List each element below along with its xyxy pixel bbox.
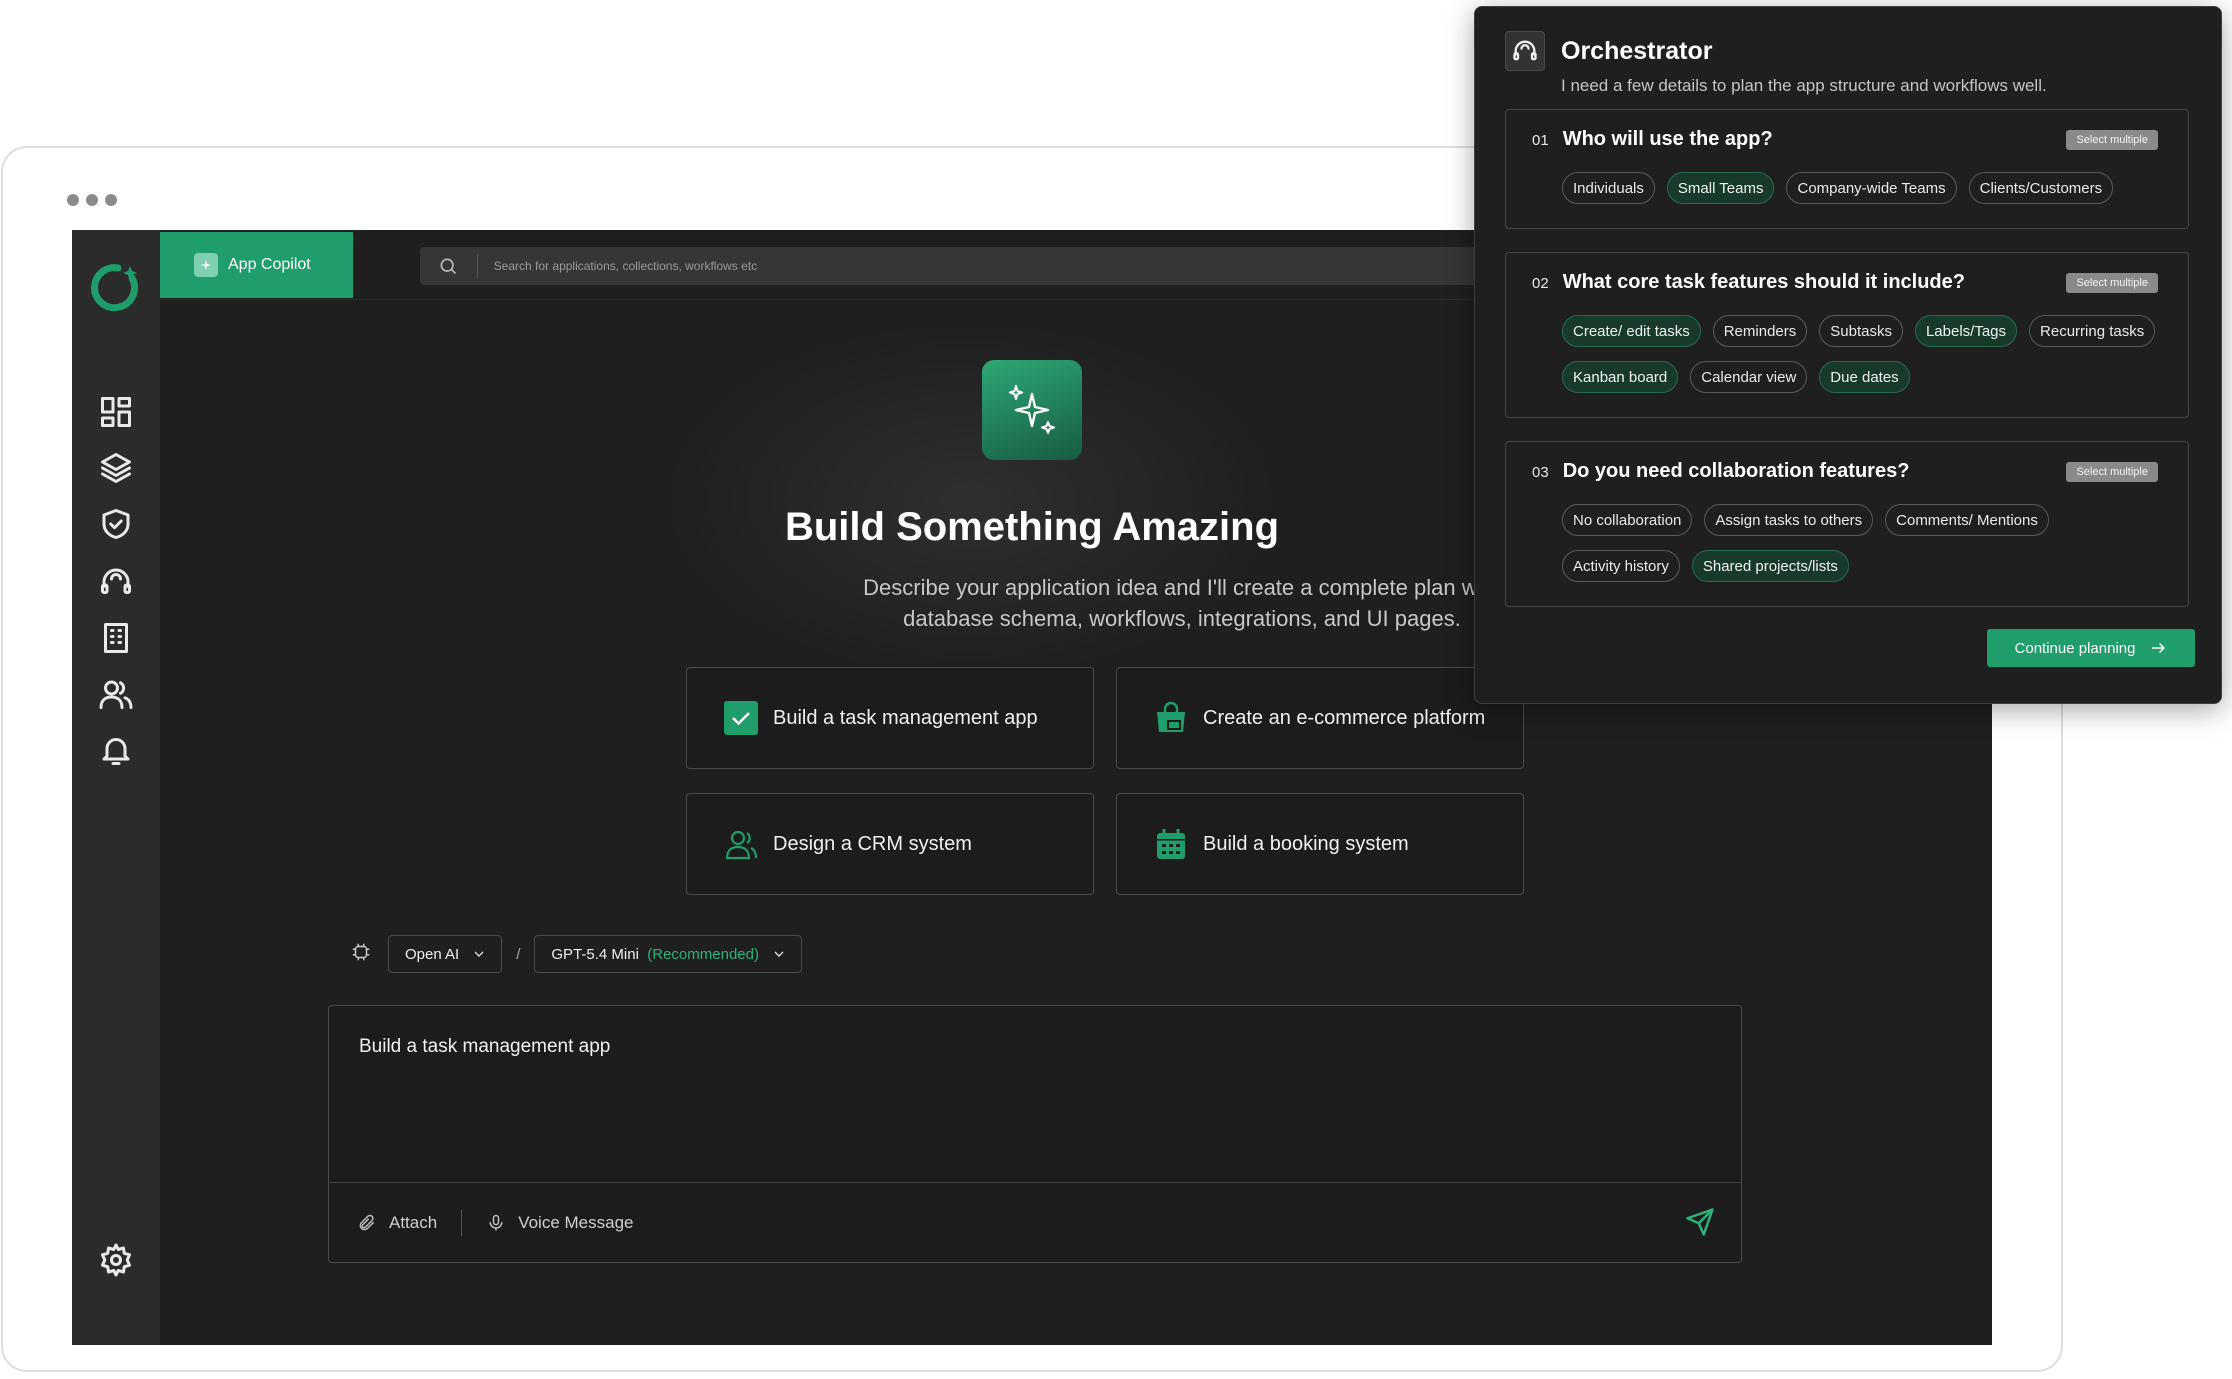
calendar-icon <box>1157 829 1185 859</box>
support-headset-icon <box>1505 31 1545 71</box>
option-chip[interactable]: Due dates <box>1819 361 1910 393</box>
question-card: 01 Who will use the app? Select multiple… <box>1505 109 2189 229</box>
question-title: Do you need collaboration features? <box>1562 460 1910 482</box>
option-chip[interactable]: Labels/Tags <box>1914 315 2018 347</box>
recommended-tag: (Recommended) <box>647 945 759 963</box>
tab-label: App Copilot <box>228 256 311 273</box>
option-chip[interactable]: Small Teams <box>1666 172 1775 204</box>
provider-dropdown[interactable]: Open AI <box>388 935 503 973</box>
users-icon <box>725 830 758 860</box>
checkbox-icon <box>724 701 758 735</box>
support-headset-icon[interactable] <box>94 560 138 604</box>
prompt-composer[interactable]: Build a task management app Attach Voice… <box>328 1005 1742 1263</box>
suggestion-label: Create an e-commerce platform <box>1203 706 1486 729</box>
sidebar <box>72 230 160 1345</box>
chip-icon <box>350 941 372 968</box>
paperclip-icon <box>359 1214 375 1230</box>
layers-icon[interactable] <box>94 446 138 490</box>
question-number: 02 <box>1532 275 1549 292</box>
building-icon[interactable] <box>94 616 138 660</box>
logo-icon[interactable] <box>88 260 144 316</box>
question-title: Who will use the app? <box>1562 128 1773 150</box>
prompt-text[interactable]: Build a task management app <box>359 1036 610 1058</box>
search-icon <box>420 254 478 278</box>
voice-message-button[interactable]: Voice Message <box>486 1213 634 1233</box>
option-chip[interactable]: Assign tasks to others <box>1704 504 1874 536</box>
bell-icon[interactable] <box>94 728 138 772</box>
option-chip[interactable]: Reminders <box>1712 315 1808 347</box>
shop-icon <box>1157 701 1185 732</box>
orchestrator-title: Orchestrator <box>1561 37 1713 65</box>
option-chip[interactable]: Subtasks <box>1819 315 1903 347</box>
chevron-down-icon <box>774 951 784 957</box>
question-card: 03 Do you need collaboration features? S… <box>1505 441 2189 607</box>
option-chip[interactable]: Comments/ Mentions <box>1885 504 2049 536</box>
option-chip[interactable]: Clients/Customers <box>1968 172 2114 204</box>
suggestion-label: Build a booking system <box>1203 832 1409 855</box>
option-chip[interactable]: Company-wide Teams <box>1786 172 1957 204</box>
arrow-right-icon <box>2152 642 2166 654</box>
tab-app-copilot[interactable]: App Copilot <box>160 232 353 298</box>
suggestion-booking[interactable]: Build a booking system <box>1116 793 1524 895</box>
sparkle-icon <box>194 253 218 277</box>
suggestion-label: Design a CRM system <box>773 832 972 855</box>
model-selector-row: Open AI / GPT-5.4 Mini (Recommended) <box>350 935 802 973</box>
select-multiple-badge: Select multiple <box>2066 273 2158 293</box>
option-list: Individuals Small Teams Company-wide Teams… <box>1562 172 2162 204</box>
continue-planning-button[interactable]: Continue planning <box>1987 629 2195 667</box>
question-number: 03 <box>1532 464 1549 481</box>
suggestion-ecommerce[interactable]: Create an e-commerce platform <box>1116 667 1524 769</box>
question-number: 01 <box>1532 132 1549 149</box>
option-list: Create/ edit tasks Reminders Subtasks Label… <box>1562 315 2162 393</box>
model-label: GPT-5.4 Mini (Recommended) <box>551 945 759 963</box>
settings-gear-icon[interactable] <box>94 1238 138 1282</box>
suggestion-crm[interactable]: Design a CRM system <box>686 793 1094 895</box>
send-icon[interactable] <box>1685 1207 1715 1237</box>
users-icon[interactable] <box>94 672 138 716</box>
select-multiple-badge: Select multiple <box>2066 130 2158 150</box>
chevron-down-icon <box>474 951 484 957</box>
option-chip[interactable]: Calendar view <box>1690 361 1808 393</box>
option-chip[interactable]: Create/ edit tasks <box>1562 315 1701 347</box>
shield-icon[interactable] <box>94 502 138 546</box>
option-list: No collaboration Assign tasks to others Co… <box>1562 504 2162 582</box>
option-chip[interactable]: Kanban board <box>1562 361 1679 393</box>
orchestrator-header: Orchestrator I need a few details to pla… <box>1505 31 2047 96</box>
question-card: 02 What core task features should it inc… <box>1505 252 2189 418</box>
hero-sparkles-icon <box>982 360 1082 460</box>
option-chip[interactable]: Recurring tasks <box>2029 315 2156 347</box>
option-chip[interactable]: No collaboration <box>1562 504 1693 536</box>
microphone-icon <box>489 1214 503 1230</box>
question-title: What core task features should it includ… <box>1562 271 1965 293</box>
option-chip[interactable]: Shared projects/lists <box>1691 550 1849 582</box>
orchestrator-panel: Orchestrator I need a few details to pla… <box>1474 6 2222 704</box>
hero-subtitle: Describe your application idea and I'll … <box>863 575 1501 631</box>
dashboard-icon[interactable] <box>94 390 138 434</box>
option-chip[interactable]: Activity history <box>1562 550 1680 582</box>
suggestion-label: Build a task management app <box>773 706 1038 729</box>
attach-button[interactable]: Attach <box>357 1213 437 1233</box>
model-dropdown[interactable]: GPT-5.4 Mini (Recommended) <box>534 935 802 973</box>
suggestion-task-management[interactable]: Build a task management app <box>686 667 1094 769</box>
separator: / <box>516 945 521 963</box>
provider-label: Open AI <box>405 945 460 963</box>
window-dots <box>67 194 117 206</box>
select-multiple-badge: Select multiple <box>2066 462 2158 482</box>
composer-toolbar: Attach Voice Message <box>329 1182 1741 1262</box>
option-chip[interactable]: Individuals <box>1562 172 1655 204</box>
orchestrator-subtitle: I need a few details to plan the app str… <box>1561 76 2047 95</box>
